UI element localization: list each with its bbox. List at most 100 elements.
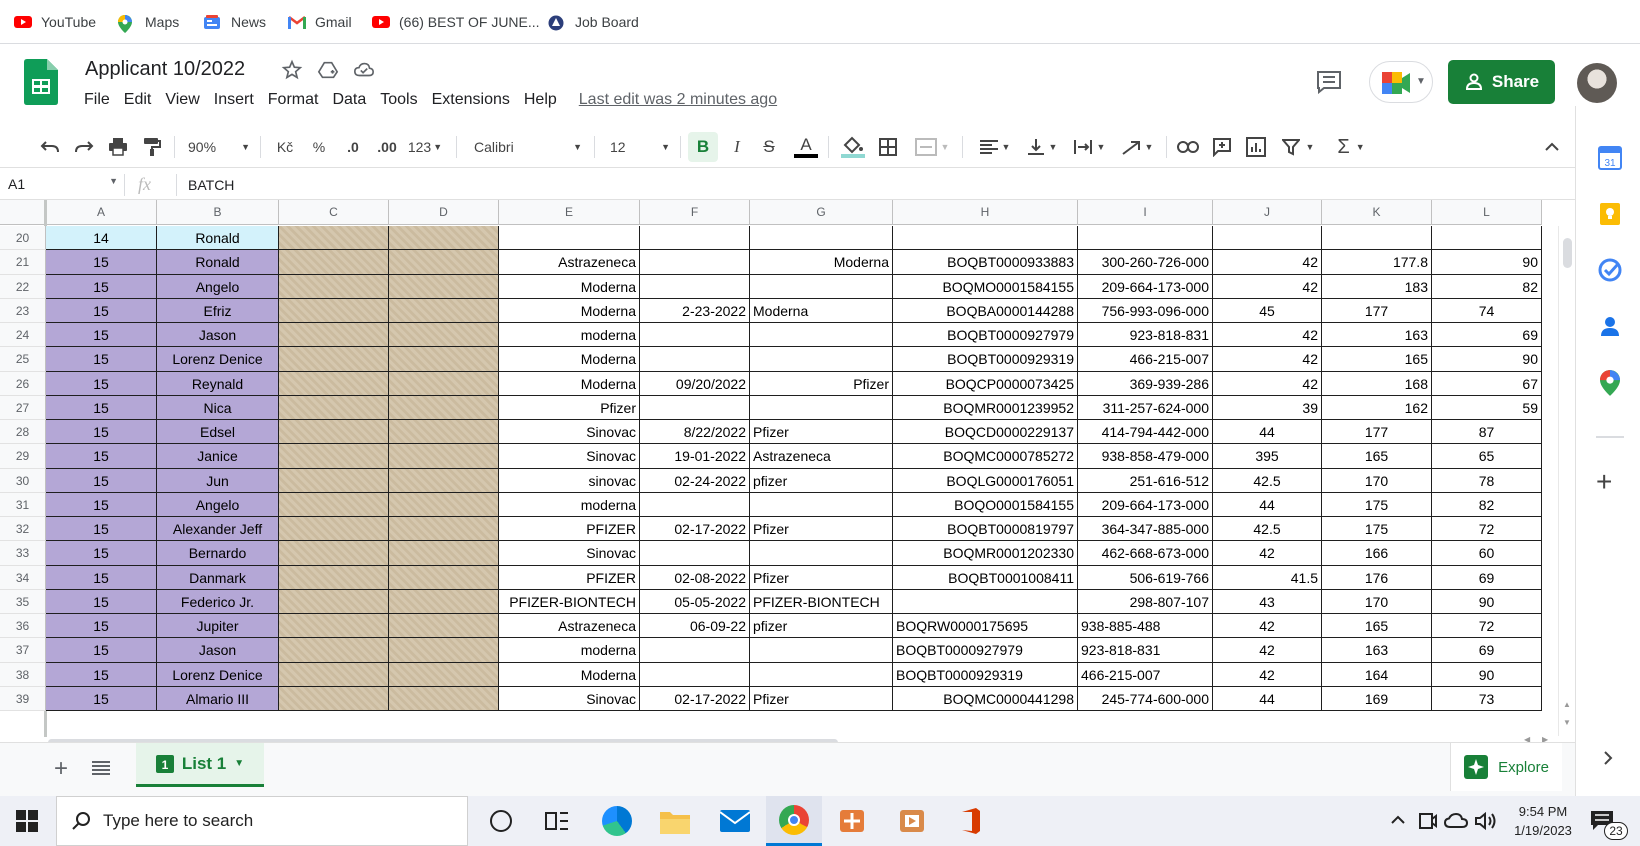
cell-e24[interactable]: moderna: [499, 323, 640, 347]
cell-j27[interactable]: 39: [1213, 396, 1322, 420]
volume-icon[interactable]: [1474, 811, 1498, 831]
cell-c35[interactable]: [279, 590, 389, 614]
office-icon[interactable]: [958, 808, 984, 834]
undo-icon[interactable]: [38, 135, 62, 159]
row-header[interactable]: 21: [0, 250, 46, 275]
cell-i37[interactable]: 923-818-831: [1078, 638, 1213, 663]
menu-help[interactable]: Help: [524, 91, 557, 109]
cell-c27[interactable]: [279, 396, 389, 420]
cell-d36[interactable]: [389, 614, 499, 638]
row-header[interactable]: 26: [0, 372, 46, 396]
cell-e23[interactable]: Moderna: [499, 299, 640, 323]
cell-a36[interactable]: 15: [46, 614, 157, 638]
cell-c36[interactable]: [279, 614, 389, 638]
cell-a27[interactable]: 15: [46, 396, 157, 420]
row-header[interactable]: 36: [0, 614, 46, 638]
row-header[interactable]: 24: [0, 323, 46, 347]
cell-a24[interactable]: 15: [46, 323, 157, 347]
cell-k30[interactable]: 170: [1322, 469, 1432, 493]
tasks-icon[interactable]: [1598, 258, 1622, 282]
row-header[interactable]: 22: [0, 275, 46, 299]
cell-j39[interactable]: 44: [1213, 687, 1322, 711]
row-header[interactable]: 20: [0, 226, 46, 250]
cell-f30[interactable]: 02-24-2022: [640, 469, 750, 493]
cell-f34[interactable]: 02-08-2022: [640, 566, 750, 590]
cell-l20[interactable]: [1432, 226, 1542, 250]
cell-h39[interactable]: BOQMC0000441298: [893, 687, 1078, 711]
cell-h29[interactable]: BOQMC0000785272: [893, 444, 1078, 469]
cell-i31[interactable]: 209-664-173-000: [1078, 493, 1213, 517]
row-header[interactable]: 35: [0, 590, 46, 614]
cell-i32[interactable]: 364-347-885-000: [1078, 517, 1213, 541]
column-header-k[interactable]: K: [1322, 200, 1432, 225]
cell-g23[interactable]: Moderna: [750, 299, 893, 323]
cell-h21[interactable]: BOQBT0000933883: [893, 250, 1078, 275]
cell-d23[interactable]: [389, 299, 499, 323]
cell-j33[interactable]: 42: [1213, 541, 1322, 566]
cell-k33[interactable]: 166: [1322, 541, 1432, 566]
cell-c39[interactable]: [279, 687, 389, 711]
windows-start-icon[interactable]: [16, 810, 38, 832]
edge-browser-icon[interactable]: [602, 806, 632, 836]
menu-extensions[interactable]: Extensions: [432, 91, 510, 109]
cell-a37[interactable]: 15: [46, 638, 157, 663]
cell-c31[interactable]: [279, 493, 389, 517]
cell-g36[interactable]: pfizer: [750, 614, 893, 638]
cell-f36[interactable]: 06-09-22: [640, 614, 750, 638]
cell-d30[interactable]: [389, 469, 499, 493]
insert-comment-icon[interactable]: [1210, 135, 1234, 159]
cell-k31[interactable]: 175: [1322, 493, 1432, 517]
cell-a21[interactable]: 15: [46, 250, 157, 275]
bookmark-youtube[interactable]: YouTube: [14, 12, 96, 32]
cell-e22[interactable]: Moderna: [499, 275, 640, 299]
cell-k35[interactable]: 170: [1322, 590, 1432, 614]
cell-c21[interactable]: [279, 250, 389, 275]
cell-c25[interactable]: [279, 347, 389, 372]
sheets-logo-icon[interactable]: [24, 59, 58, 105]
row-header[interactable]: 39: [0, 687, 46, 711]
cell-d21[interactable]: [389, 250, 499, 275]
text-wrap-icon[interactable]: ▼: [1070, 135, 1108, 159]
avatar[interactable]: [1577, 63, 1617, 103]
cell-e28[interactable]: Sinovac: [499, 420, 640, 444]
cell-d22[interactable]: [389, 275, 499, 299]
onedrive-icon[interactable]: [1443, 812, 1469, 830]
cell-l24[interactable]: 69: [1432, 323, 1542, 347]
column-header-j[interactable]: J: [1213, 200, 1322, 225]
column-header-d[interactable]: D: [389, 200, 499, 225]
app-icon[interactable]: [838, 808, 866, 834]
cell-l25[interactable]: 90: [1432, 347, 1542, 372]
menu-tools[interactable]: Tools: [380, 91, 417, 109]
cell-h22[interactable]: BOQMO0001584155: [893, 275, 1078, 299]
cell-j22[interactable]: 42: [1213, 275, 1322, 299]
cell-c37[interactable]: [279, 638, 389, 663]
bookmark-job-board[interactable]: Job Board: [548, 12, 639, 32]
vertical-scrollbar[interactable]: ▲ ▼: [1558, 226, 1575, 736]
cell-c28[interactable]: [279, 420, 389, 444]
cell-l23[interactable]: 74: [1432, 299, 1542, 323]
cell-g20[interactable]: [750, 226, 893, 250]
star-icon[interactable]: [281, 59, 303, 81]
cell-h33[interactable]: BOQMR0001202330: [893, 541, 1078, 566]
cell-k39[interactable]: 169: [1322, 687, 1432, 711]
cell-c33[interactable]: [279, 541, 389, 566]
cell-b26[interactable]: Reynald: [157, 372, 279, 396]
more-formats-button[interactable]: 123 ▼: [405, 135, 445, 159]
cell-b28[interactable]: Edsel: [157, 420, 279, 444]
cell-e21[interactable]: Astrazeneca: [499, 250, 640, 275]
cell-a39[interactable]: 15: [46, 687, 157, 711]
cell-a22[interactable]: 15: [46, 275, 157, 299]
cell-b38[interactable]: Lorenz Denice: [157, 663, 279, 687]
cell-b37[interactable]: Jason: [157, 638, 279, 663]
cell-d29[interactable]: [389, 444, 499, 469]
row-header[interactable]: 29: [0, 444, 46, 469]
cell-f37[interactable]: [640, 638, 750, 663]
cell-e26[interactable]: Moderna: [499, 372, 640, 396]
row-header[interactable]: 31: [0, 493, 46, 517]
cell-b27[interactable]: Nica: [157, 396, 279, 420]
cell-l32[interactable]: 72: [1432, 517, 1542, 541]
scroll-up-arrow-icon[interactable]: ▲: [1563, 700, 1571, 709]
cell-l31[interactable]: 82: [1432, 493, 1542, 517]
bookmark-gmail[interactable]: Gmail: [288, 12, 352, 32]
cell-g26[interactable]: Pfizer: [750, 372, 893, 396]
